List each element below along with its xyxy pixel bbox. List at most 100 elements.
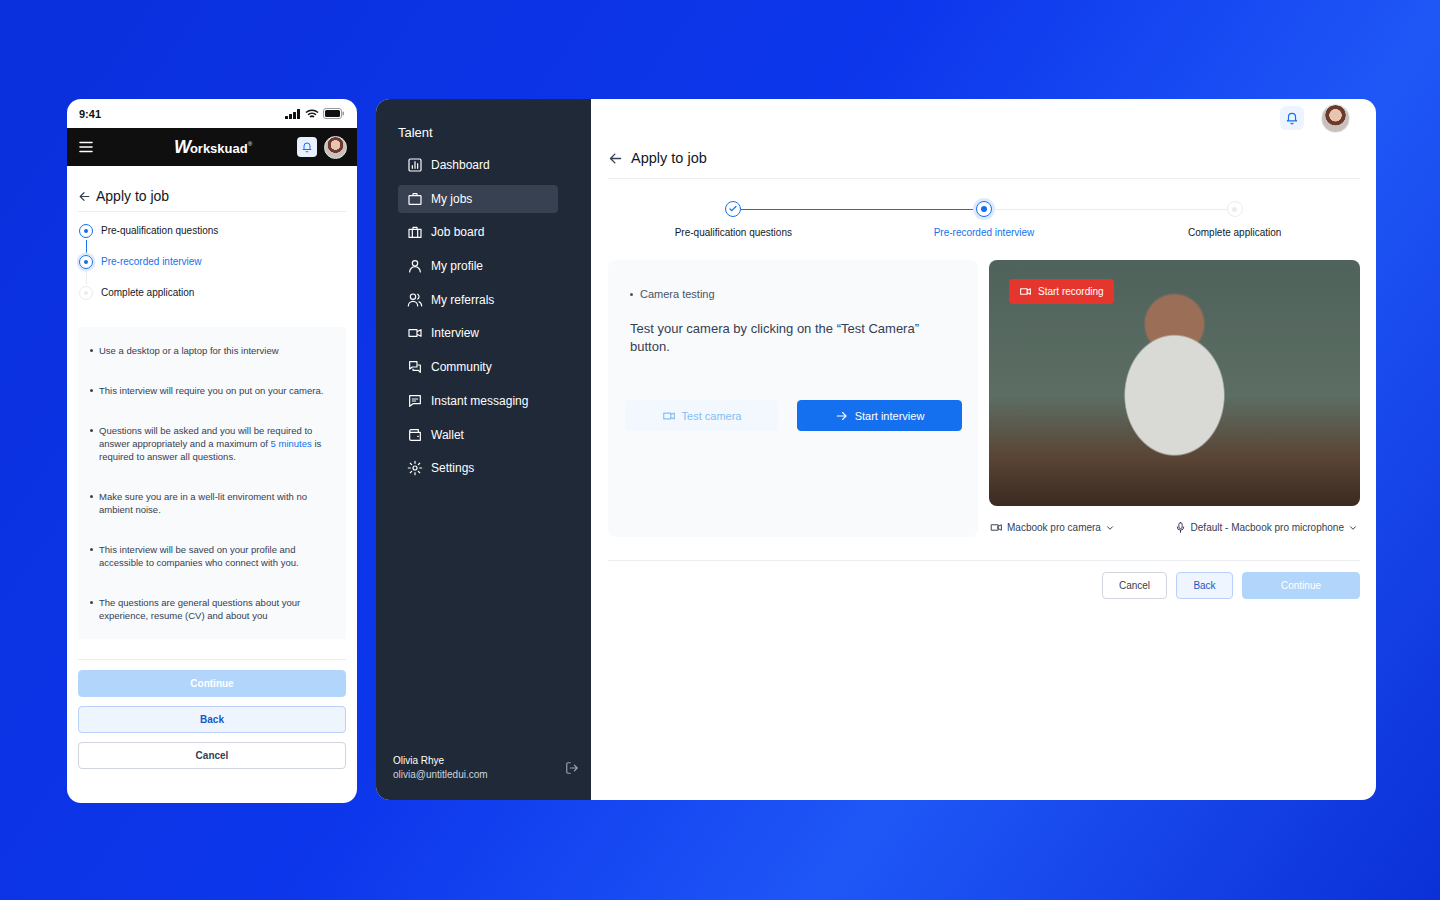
- step-label: Pre-qualification questions: [101, 225, 218, 236]
- button-label: Test camera: [682, 410, 742, 422]
- video-icon: [407, 325, 423, 341]
- avatar[interactable]: [1321, 104, 1350, 133]
- step-indicator: [976, 201, 992, 217]
- logo[interactable]: Workskuad®: [174, 137, 252, 158]
- step-dot: [1232, 207, 1237, 212]
- start-recording-button[interactable]: Start recording: [1009, 279, 1114, 304]
- sidebar-item[interactable]: Wallet: [398, 421, 558, 449]
- sidebar-item[interactable]: Job board: [398, 218, 558, 246]
- primary-button[interactable]: Continue: [78, 670, 346, 697]
- top-bar: [608, 99, 1350, 137]
- bell-icon: [1285, 111, 1299, 125]
- divider: [78, 659, 346, 660]
- recording-label: Start recording: [1038, 286, 1104, 297]
- button-label: Start interview: [855, 410, 925, 422]
- page: 9:41 Workskuad® Apply to job Pre-qualifi…: [0, 0, 1440, 900]
- ghost-button[interactable]: Test camera: [625, 400, 778, 431]
- instruction-item: The questions are general questions abou…: [90, 596, 336, 622]
- instruction-text: Questions will be asked and you will be …: [99, 424, 336, 463]
- step-connector: [992, 209, 1227, 211]
- sidebar-title: Talent: [398, 125, 579, 141]
- instruction-text: The questions are general questions abou…: [99, 596, 336, 622]
- page-title: Apply to job: [608, 137, 1360, 179]
- step-indicator: [1227, 201, 1243, 217]
- briefcase-icon: [407, 191, 423, 207]
- card-bullet: Camera testing: [630, 288, 962, 300]
- notification-button[interactable]: [1280, 106, 1304, 130]
- primary-button[interactable]: Continue: [1242, 572, 1360, 599]
- step-indicator: [79, 255, 93, 269]
- bullet-dot: [90, 349, 93, 352]
- user-name: Olivia Rhye: [393, 754, 488, 768]
- chevron-down-icon: [1105, 523, 1115, 533]
- step-label: Complete application: [101, 287, 194, 298]
- outline-button[interactable]: Cancel: [1102, 572, 1167, 599]
- sidebar-item-label: Community: [431, 360, 492, 374]
- instruction-text: This interview will be saved on your pro…: [99, 543, 336, 569]
- arrow-right-icon: [835, 409, 849, 423]
- step-label: Complete application: [1188, 227, 1281, 239]
- instruction-item: Make sure you are in a well-lit envirome…: [90, 490, 336, 516]
- secondary-button[interactable]: Back: [1176, 572, 1233, 599]
- mobile-content: Apply to job Pre-qualification questions…: [67, 166, 357, 769]
- status-time: 9:41: [79, 108, 101, 120]
- back-arrow-icon[interactable]: [608, 151, 623, 166]
- logo-text: orkskuad: [190, 141, 248, 156]
- sidebar-item[interactable]: Dashboard: [398, 151, 558, 179]
- outline-button[interactable]: Cancel: [78, 742, 346, 769]
- step: Pre-qualification questions: [608, 201, 859, 239]
- instruction-item: Questions will be asked and you will be …: [90, 424, 336, 463]
- mobile-actions: Continue Back Cancel: [78, 670, 346, 769]
- notification-button[interactable]: [297, 137, 317, 157]
- avatar[interactable]: [324, 136, 347, 159]
- card-actions: Test camera Start interview: [625, 400, 962, 431]
- menu-icon[interactable]: [79, 141, 93, 153]
- check-icon: [728, 204, 738, 214]
- wallet-icon: [407, 427, 423, 443]
- stepper: Pre-qualification questions Pre-recorded…: [608, 201, 1360, 239]
- instruction-text: This interview will require you on put o…: [99, 384, 323, 397]
- sidebar-item[interactable]: Instant messaging: [398, 387, 558, 415]
- sidebar-item[interactable]: My profile: [398, 252, 558, 280]
- user-info: Olivia Rhye olivia@untitledui.com: [393, 754, 579, 782]
- user-icon: [407, 258, 423, 274]
- step-indicator: [79, 224, 93, 238]
- page-title: Apply to job: [78, 188, 346, 212]
- main-content: Apply to job Pre-qualification questions…: [591, 99, 1376, 800]
- camera-icon: [990, 521, 1003, 534]
- step-dot: [84, 229, 88, 233]
- video-icon: [1019, 285, 1032, 298]
- logout-icon[interactable]: [565, 761, 579, 775]
- card-text: Test your camera by clicking on the “Tes…: [630, 320, 962, 356]
- sidebar-item[interactable]: Community: [398, 353, 558, 381]
- desktop-screen: Talent Dashboard My jobs Job board My pr…: [376, 99, 1376, 800]
- primary-button[interactable]: Start interview: [797, 400, 962, 431]
- step-dot: [84, 291, 88, 295]
- sidebar: Talent Dashboard My jobs Job board My pr…: [376, 99, 591, 800]
- device-selectors: Macbook pro camera Default - Macbook pro…: [989, 521, 1360, 534]
- header-actions: [297, 136, 347, 159]
- bullet-dot: [90, 601, 93, 604]
- bullet-dot: [90, 495, 93, 498]
- sidebar-item[interactable]: My jobs: [398, 185, 558, 213]
- step: Pre-recorded interview: [78, 246, 346, 277]
- device-select[interactable]: Macbook pro camera: [990, 521, 1115, 534]
- job-board-icon: [407, 224, 423, 240]
- step-indicator: [725, 201, 741, 217]
- sidebar-item-label: My referrals: [431, 293, 494, 307]
- step-dot: [84, 260, 88, 264]
- camera-icon: [662, 409, 676, 423]
- chevron-down-icon: [1348, 523, 1358, 533]
- device-select[interactable]: Default - Macbook pro microphone: [1174, 521, 1358, 534]
- step-connector: [86, 271, 87, 284]
- back-arrow-icon[interactable]: [78, 190, 91, 203]
- sidebar-item[interactable]: Interview: [398, 319, 558, 347]
- sidebar-item[interactable]: My referrals: [398, 286, 558, 314]
- page-title-text: Apply to job: [96, 188, 169, 204]
- instruction-text: Make sure you are in a well-lit envirome…: [99, 490, 336, 516]
- secondary-button[interactable]: Back: [78, 706, 346, 733]
- sidebar-item[interactable]: Settings: [398, 454, 558, 482]
- bullet-dot: [90, 548, 93, 551]
- device-label: Default - Macbook pro microphone: [1191, 522, 1344, 533]
- bullet-dot: [630, 293, 633, 296]
